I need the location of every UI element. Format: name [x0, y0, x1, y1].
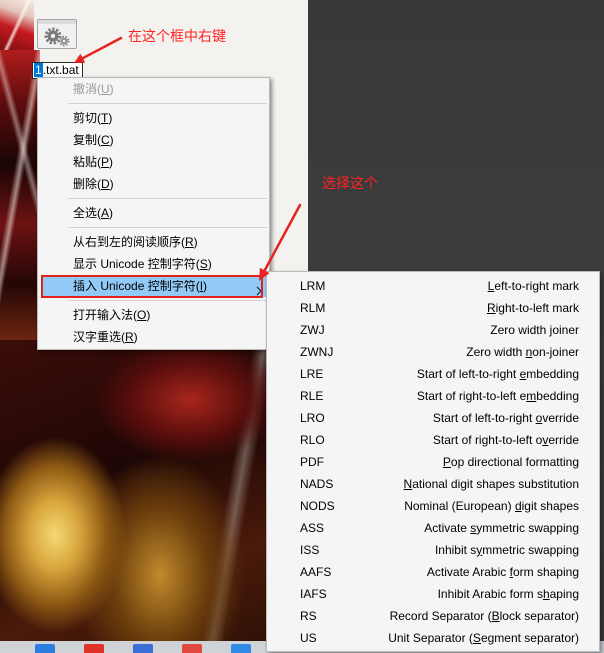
unicode-code: PDF [300, 455, 324, 469]
menu-item-cut[interactable]: 剪切(T) [41, 107, 266, 129]
menu-item-delete[interactable]: 删除(D) [41, 173, 266, 195]
menu-separator [68, 224, 267, 231]
unicode-description: Record Separator (Block separator) [389, 609, 579, 623]
menu-separator [68, 195, 267, 202]
unicode-description: Left-to-right mark [487, 279, 579, 293]
app-icon[interactable] [231, 644, 251, 653]
unicode-description: Start of right-to-left override [432, 433, 579, 447]
unicode-code: ZWNJ [300, 345, 334, 359]
menu-item-label: 粘贴(P) [73, 155, 114, 169]
unicode-code: NODS [300, 499, 335, 513]
menu-item-label: 打开输入法(O) [73, 308, 151, 322]
app-icon[interactable] [133, 644, 153, 653]
unicode-description: Pop directional formatting [442, 455, 579, 469]
unicode-item-nods[interactable]: NODS Nominal (European) digit shapes [270, 495, 596, 517]
unicode-item-lre[interactable]: LRE Start of left-to-right embedding [270, 363, 596, 385]
unicode-description: Inhibit symmetric swapping [434, 543, 579, 557]
wallpaper-art [0, 340, 308, 653]
unicode-item-iss[interactable]: ISS Inhibit symmetric swapping [270, 539, 596, 561]
menu-item-label: 删除(D) [73, 177, 114, 191]
unicode-item-nads[interactable]: NADS National digit shapes substitution [270, 473, 596, 495]
unicode-description: Start of left-to-right override [432, 411, 579, 425]
menu-item-copy[interactable]: 复制(C) [41, 129, 266, 151]
menu-item-rtl-reading-order[interactable]: 从右到左的阅读顺序(R) [41, 231, 266, 253]
unicode-code: RS [300, 609, 317, 623]
unicode-code: US [300, 631, 317, 645]
unicode-item-lrm[interactable]: LRM Left-to-right mark [270, 275, 596, 297]
unicode-description: Activate Arabic form shaping [426, 565, 579, 579]
context-menu: 撤消(U) 剪切(T) 复制(C) 粘贴(P) 删除(D) 全选(A) 从右到左… [37, 77, 270, 350]
file-name-selection: 1 [34, 63, 43, 77]
menu-item-label: 从右到左的阅读顺序(R) [73, 235, 198, 249]
unicode-description: Start of left-to-right embedding [416, 367, 579, 381]
unicode-code: AAFS [300, 565, 332, 579]
file-name-text: .txt.bat [42, 63, 79, 77]
wallpaper-art [0, 0, 34, 52]
menu-separator [68, 100, 267, 107]
unicode-code: ZWJ [300, 323, 325, 337]
unicode-code: LRM [300, 279, 326, 293]
unicode-control-submenu: LRM Left-to-right mark RLM Right-to-left ma… [266, 271, 600, 652]
app-icon[interactable] [35, 644, 55, 653]
unicode-item-zwnj[interactable]: ZWNJ Zero width non-joiner [270, 341, 596, 363]
unicode-item-rle[interactable]: RLE Start of right-to-left embedding [270, 385, 596, 407]
unicode-code: LRO [300, 411, 325, 425]
unicode-item-zwj[interactable]: ZWJ Zero width joiner [270, 319, 596, 341]
unicode-item-rlm[interactable]: RLM Right-to-left mark [270, 297, 596, 319]
unicode-description: Start of right-to-left embedding [416, 389, 579, 403]
annotation-right-click-hint: 在这个框中右键 [128, 28, 226, 44]
unicode-item-us[interactable]: US Unit Separator (Segment separator) [270, 627, 596, 649]
unicode-item-pdf[interactable]: PDF Pop directional formatting [270, 451, 596, 473]
menu-item-label: 汉字重选(R) [73, 330, 138, 344]
unicode-code: ISS [300, 543, 320, 557]
unicode-item-aafs[interactable]: AAFS Activate Arabic form shaping [270, 561, 596, 583]
menu-item-label: 显示 Unicode 控制字符(S) [73, 257, 212, 271]
desktop-file-icon[interactable] [37, 19, 77, 49]
unicode-description: Zero width joiner [490, 323, 579, 337]
unicode-description: Right-to-left mark [486, 301, 579, 315]
unicode-description: Activate symmetric swapping [424, 521, 579, 535]
unicode-item-iafs[interactable]: IAFS Inhibit Arabic form shaping [270, 583, 596, 605]
unicode-item-lro[interactable]: LRO Start of left-to-right override [270, 407, 596, 429]
gear-icon [37, 19, 77, 52]
menu-item-show-unicode-control-chars[interactable]: 显示 Unicode 控制字符(S) [41, 253, 266, 275]
menu-item-label: 全选(A) [73, 206, 114, 220]
menu-item-reconvert[interactable]: 汉字重选(R) [41, 326, 266, 348]
menu-item-select-all[interactable]: 全选(A) [41, 202, 266, 224]
unicode-code: ASS [300, 521, 325, 535]
unicode-code: RLE [300, 389, 324, 403]
menu-item-paste[interactable]: 粘贴(P) [41, 151, 266, 173]
unicode-item-rlo[interactable]: RLO Start of right-to-left override [270, 429, 596, 451]
annotation-highlight-box [41, 275, 263, 298]
app-icon[interactable] [84, 644, 104, 653]
unicode-description: Nominal (European) digit shapes [404, 499, 579, 513]
unicode-description: National digit shapes substitution [403, 477, 579, 491]
menu-item-label: 撤消(U) [73, 82, 114, 96]
menu-item-open-ime[interactable]: 打开输入法(O) [41, 304, 266, 326]
menu-item-label: 复制(C) [73, 133, 114, 147]
unicode-description: Unit Separator (Segment separator) [388, 631, 579, 645]
menu-item-label: 剪切(T) [73, 111, 113, 125]
unicode-description: Zero width non-joiner [466, 345, 579, 359]
unicode-code: RLM [300, 301, 326, 315]
unicode-code: NADS [300, 477, 334, 491]
annotation-select-hint: 选择这个 [322, 175, 378, 191]
desktop-screen: 1.txt.bat 撤消(U) 剪切(T) 复制(C) 粘贴(P) 删除(D) … [0, 0, 604, 653]
wallpaper-art [0, 50, 40, 350]
unicode-code: LRE [300, 367, 324, 381]
app-icon[interactable] [182, 644, 202, 653]
menu-separator [68, 297, 267, 304]
unicode-description: Inhibit Arabic form shaping [437, 587, 579, 601]
unicode-code: RLO [300, 433, 325, 447]
unicode-item-rs[interactable]: RS Record Separator (Block separator) [270, 605, 596, 627]
menu-item-undo[interactable]: 撤消(U) [41, 78, 266, 100]
unicode-code: IAFS [300, 587, 327, 601]
unicode-item-ass[interactable]: ASS Activate symmetric swapping [270, 517, 596, 539]
